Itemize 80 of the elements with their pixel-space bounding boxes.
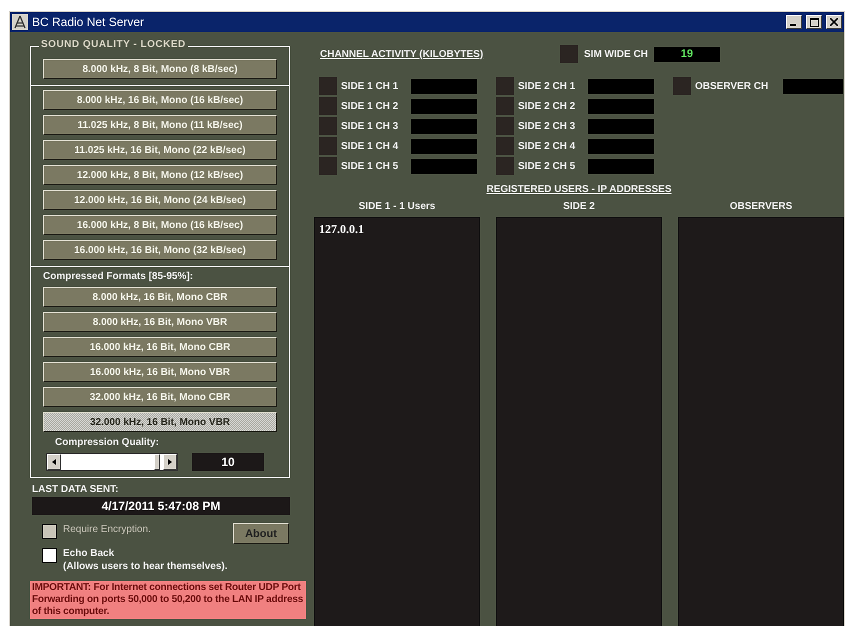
window-title: BC Radio Net Server: [32, 15, 146, 29]
ip-address[interactable]: 127.0.0.1: [319, 222, 475, 237]
channel-meter: [588, 118, 654, 134]
format-button[interactable]: 32.000 kHz, 16 Bit, Mono VBR: [43, 412, 277, 432]
quality-value: 10: [192, 453, 264, 471]
list-heading: SIDE 1 - 1 Users: [358, 201, 436, 212]
last-data-sent-label: LAST DATA SENT:: [32, 484, 120, 495]
channel-label: SIDE 1 CH 5: [341, 160, 400, 172]
indicator-light: [496, 117, 514, 135]
close-button[interactable]: [826, 15, 842, 29]
right-triangle-icon: [168, 459, 172, 465]
channel-meter: 19: [654, 46, 720, 62]
channel-label: SIDE 1 CH 4: [341, 140, 400, 152]
channel-meter: [411, 118, 477, 134]
about-button[interactable]: About: [233, 523, 289, 544]
list-heading: SIDE 2: [563, 201, 595, 212]
format-button[interactable]: 16.000 kHz, 8 Bit, Mono (16 kB/sec): [43, 215, 277, 235]
indicator-light: [319, 97, 337, 115]
channel-label: SIDE 1 CH 2: [341, 100, 400, 112]
format-button[interactable]: 8.000 kHz, 16 Bit, Mono CBR: [43, 287, 277, 307]
indicator-light: [496, 77, 514, 95]
format-button[interactable]: 11.025 kHz, 16 Bit, Mono (22 kB/sec): [43, 140, 277, 160]
indicator-light: [673, 77, 691, 95]
channel-meter: [588, 138, 654, 154]
channel-meter: [588, 158, 654, 174]
format-button[interactable]: 8.000 kHz, 16 Bit, Mono (16 kB/sec): [43, 90, 277, 110]
format-button[interactable]: 12.000 kHz, 16 Bit, Mono (24 kB/sec): [43, 190, 277, 210]
indicator-light: [496, 157, 514, 175]
format-button[interactable]: 8.000 kHz, 8 Bit, Mono (8 kB/sec): [43, 59, 277, 79]
channel-label: SIDE 1 CH 3: [341, 120, 400, 132]
left-triangle-icon: [52, 459, 56, 465]
indicator-light: [560, 45, 578, 63]
compressed-formats-heading: Compressed Formats [85-95%]:: [43, 271, 194, 282]
format-button[interactable]: 16.000 kHz, 16 Bit, Mono CBR: [43, 337, 277, 357]
indicator-light: [496, 97, 514, 115]
minimize-button[interactable]: [786, 15, 802, 29]
ip-address-list[interactable]: 127.0.0.1: [314, 217, 480, 626]
format-button[interactable]: 16.000 kHz, 16 Bit, Mono VBR: [43, 362, 277, 382]
indicator-light: [319, 137, 337, 155]
left-arrow-button[interactable]: [47, 454, 61, 470]
close-icon: [830, 18, 838, 26]
channel-label: SIDE 2 CH 1: [518, 80, 576, 92]
maximize-icon: [810, 18, 818, 26]
format-button[interactable]: 12.000 kHz, 8 Bit, Mono (12 kB/sec): [43, 165, 277, 185]
frame-legend: SOUND QUALITY - LOCKED: [39, 39, 188, 50]
channel-activity-title: CHANNEL ACTIVITY (KILOBYTES): [320, 48, 484, 60]
maximize-button[interactable]: [806, 15, 822, 29]
channel-label: SIDE 2 CH 4: [518, 140, 576, 152]
checkbox[interactable]: [42, 548, 57, 563]
indicator-light: [319, 117, 337, 135]
format-button[interactable]: 8.000 kHz, 16 Bit, Mono VBR: [43, 312, 277, 332]
channel-label: OBSERVER CH: [695, 80, 770, 92]
channel-label: SIDE 2 CH 3: [518, 120, 576, 132]
registered-users-title: REGISTERED USERS - IP ADDRESSES: [486, 184, 672, 195]
right-arrow-button[interactable]: [163, 454, 177, 470]
format-button[interactable]: 16.000 kHz, 16 Bit, Mono (32 kB/sec): [43, 240, 277, 260]
format-button[interactable]: 11.025 kHz, 8 Bit, Mono (11 kB/sec): [43, 115, 277, 135]
compression-quality-slider[interactable]: [46, 453, 178, 471]
port-forwarding-notice: IMPORTANT: For Internet connections set Router UDP Port Forwarding on ports 50,000 to 50,200 to the LAN IP address of this computer.: [30, 581, 306, 619]
channel-meter: [411, 78, 477, 94]
slider-thumb[interactable]: [154, 454, 160, 470]
channel-meter: [783, 78, 843, 94]
channel-label: SIDE 1 CH 1: [341, 80, 400, 92]
channel-label: SIDE 2 CH 5: [518, 160, 576, 172]
list-heading: OBSERVERS: [730, 201, 792, 212]
channel-label: SIDE 2 CH 2: [518, 100, 576, 112]
channel-meter: [588, 78, 654, 94]
channel-meter: [588, 98, 654, 114]
indicator-light: [319, 157, 337, 175]
option-label: Echo Back (Allows users to hear themselves).: [63, 547, 228, 573]
compression-quality-label: Compression Quality:: [55, 437, 159, 448]
last-data-sent-value: 4/17/2011 5:47:08 PM: [32, 497, 290, 515]
option-label: Require Encryption.: [63, 523, 151, 536]
channel-meter: [411, 158, 477, 174]
format-button[interactable]: 32.000 kHz, 16 Bit, Mono CBR: [43, 387, 277, 407]
channel-meter: [411, 138, 477, 154]
channel-label: SIM WIDE CH: [584, 48, 648, 60]
indicator-light: [496, 137, 514, 155]
indicator-light: [319, 77, 337, 95]
channel-meter: [411, 98, 477, 114]
